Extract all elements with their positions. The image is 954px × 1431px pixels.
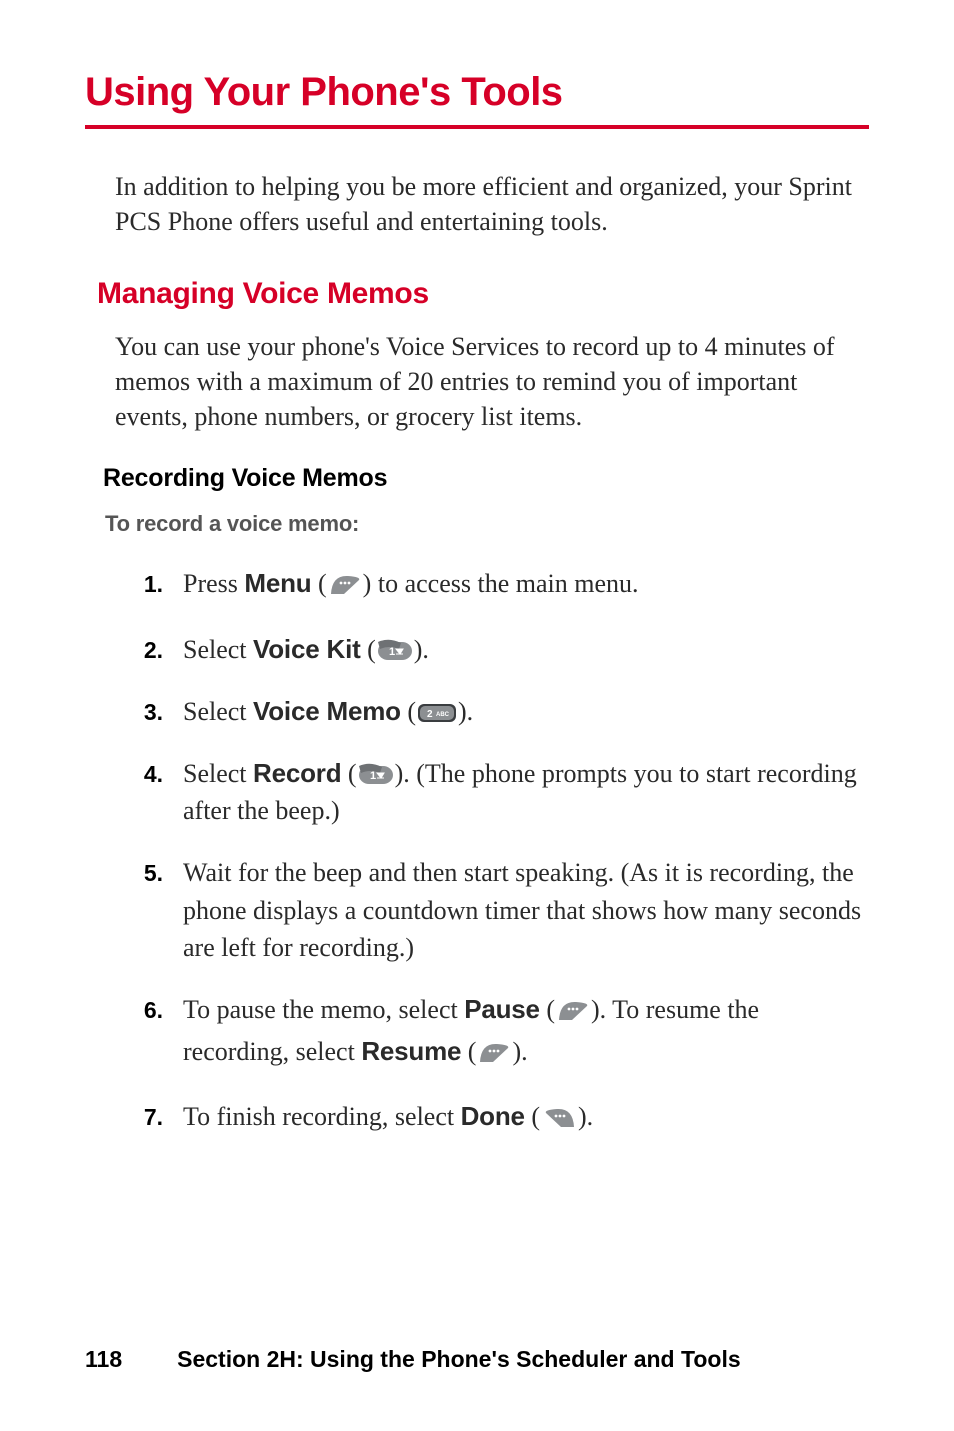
bold-label: Done: [461, 1101, 525, 1131]
menu-softkey-icon: [477, 1037, 511, 1075]
step-number: 2.: [135, 631, 163, 667]
bold-label: Voice Memo: [253, 696, 401, 726]
text-run: to access the main menu.: [371, 569, 638, 598]
step-item: 3. Select Voice Memo ( 2ABC ).: [135, 693, 869, 731]
svg-text:1: 1: [389, 646, 395, 658]
key-1-icon: 1: [358, 763, 394, 786]
step-number: 5.: [135, 854, 163, 890]
page-title: Using Your Phone's Tools: [85, 70, 869, 129]
step-list: 1. Press Menu ( ) to access the main men…: [135, 565, 869, 1140]
step-item: 6. To pause the memo, select Pause ( ). …: [135, 991, 869, 1074]
text-run: Select: [183, 635, 253, 664]
right-softkey-icon: [541, 1102, 577, 1140]
intro-paragraph: In addition to helping you be more effic…: [115, 169, 869, 239]
key-2-icon: 2ABC: [417, 702, 457, 724]
menu-softkey-icon: [556, 995, 590, 1033]
section-label: Section 2H: Using the Phone's Scheduler …: [177, 1346, 741, 1373]
step-text: To pause the memo, select Pause ( ). To …: [183, 991, 869, 1074]
svg-text:1: 1: [370, 770, 376, 782]
step-item: 2. Select Voice Kit ( 1 ).: [135, 631, 869, 669]
bold-label: Record: [253, 758, 341, 788]
step-number: 4.: [135, 755, 163, 791]
page-number: 118: [85, 1346, 122, 1373]
svg-text:2: 2: [427, 709, 433, 720]
procedure-title: To record a voice memo:: [105, 511, 869, 537]
section-heading: Managing Voice Memos: [97, 277, 869, 311]
step-text: Press Menu ( ) to access the main menu.: [183, 565, 869, 607]
step-item: 5. Wait for the beep and then start spea…: [135, 854, 869, 967]
step-number: 6.: [135, 991, 163, 1027]
step-text: Select Voice Memo ( 2ABC ).: [183, 693, 869, 731]
step-item: 1. Press Menu ( ) to access the main men…: [135, 565, 869, 607]
text-run: Select: [183, 759, 253, 788]
step-text: Select Voice Kit ( 1 ).: [183, 631, 869, 669]
key-1-icon: 1: [377, 639, 413, 662]
svg-text:ABC: ABC: [436, 712, 450, 718]
menu-softkey-icon: [328, 569, 362, 607]
step-text: Select Record ( 1 ). (The phone prompts …: [183, 755, 869, 830]
bold-label: Menu: [244, 568, 311, 598]
step-item: 4. Select Record ( 1 ). (The phone promp…: [135, 755, 869, 830]
bold-label: Pause: [464, 994, 540, 1024]
step-number: 3.: [135, 693, 163, 729]
text-run: To finish recording, select: [183, 1102, 461, 1131]
step-number: 7.: [135, 1098, 163, 1134]
bold-label: Resume: [361, 1036, 461, 1066]
text-run: Select: [183, 697, 253, 726]
section-paragraph: You can use your phone's Voice Services …: [115, 329, 869, 434]
page-footer: 118 Section 2H: Using the Phone's Schedu…: [85, 1346, 869, 1373]
text-run: Press: [183, 569, 244, 598]
step-number: 1.: [135, 565, 163, 601]
bold-label: Voice Kit: [253, 634, 361, 664]
step-text: To finish recording, select Done ( ).: [183, 1098, 869, 1140]
subsection-heading: Recording Voice Memos: [103, 464, 869, 493]
step-text: Wait for the beep and then start speakin…: [183, 854, 869, 967]
text-run: To pause the memo, select: [183, 995, 464, 1024]
step-item: 7. To finish recording, select Done ( ).: [135, 1098, 869, 1140]
